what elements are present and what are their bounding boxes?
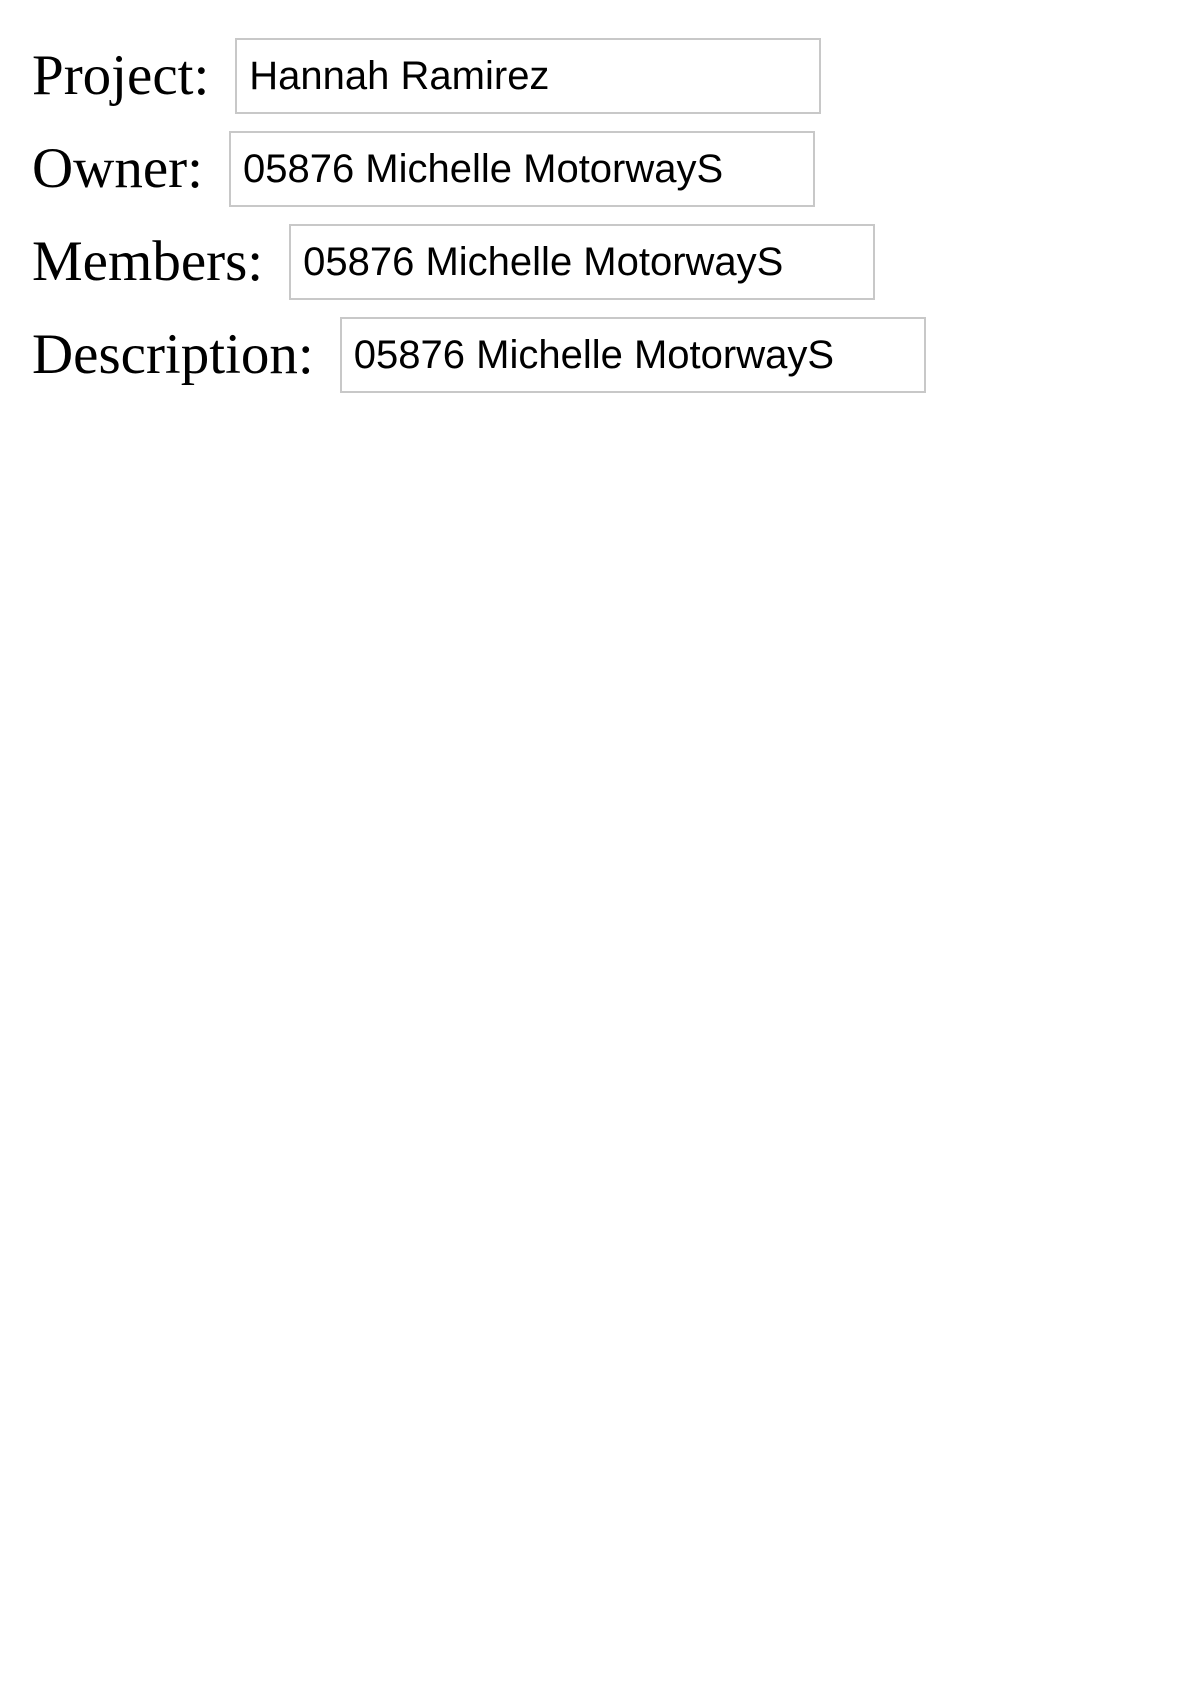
members-input[interactable]	[289, 224, 876, 300]
project-input[interactable]	[235, 38, 822, 114]
owner-row: Owner:	[32, 131, 926, 207]
members-label: Members:	[32, 230, 264, 293]
description-label: Description:	[32, 323, 314, 386]
description-input[interactable]	[339, 317, 926, 393]
owner-label: Owner:	[32, 137, 203, 200]
members-row: Members:	[32, 224, 926, 300]
project-label: Project:	[32, 44, 210, 107]
description-row: Description:	[32, 317, 926, 393]
project-row: Project:	[32, 38, 926, 114]
project-form: Project: Owner: Members: Description:	[32, 38, 926, 410]
owner-input[interactable]	[228, 131, 815, 207]
